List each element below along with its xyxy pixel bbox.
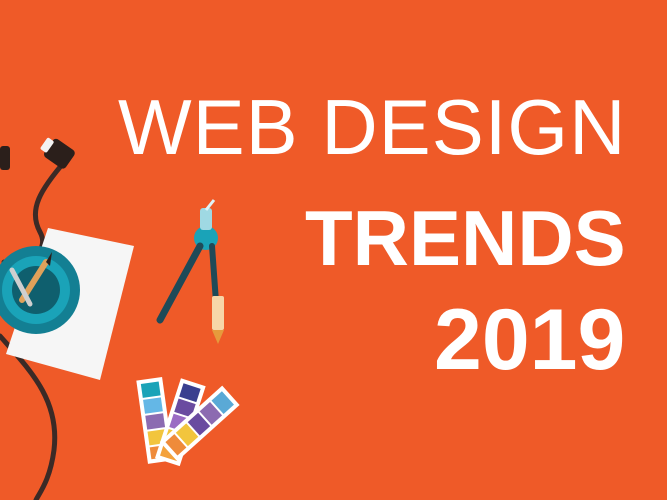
headline-line-1: WEB DESIGN xyxy=(118,83,627,171)
headline-line-3: 2019 xyxy=(434,292,626,388)
headline-line-2: TRENDS xyxy=(305,194,626,282)
color-swatch-icon xyxy=(136,377,240,467)
compass-icon xyxy=(156,199,224,344)
banner: WEB DESIGN TRENDS 2019 xyxy=(0,0,667,500)
